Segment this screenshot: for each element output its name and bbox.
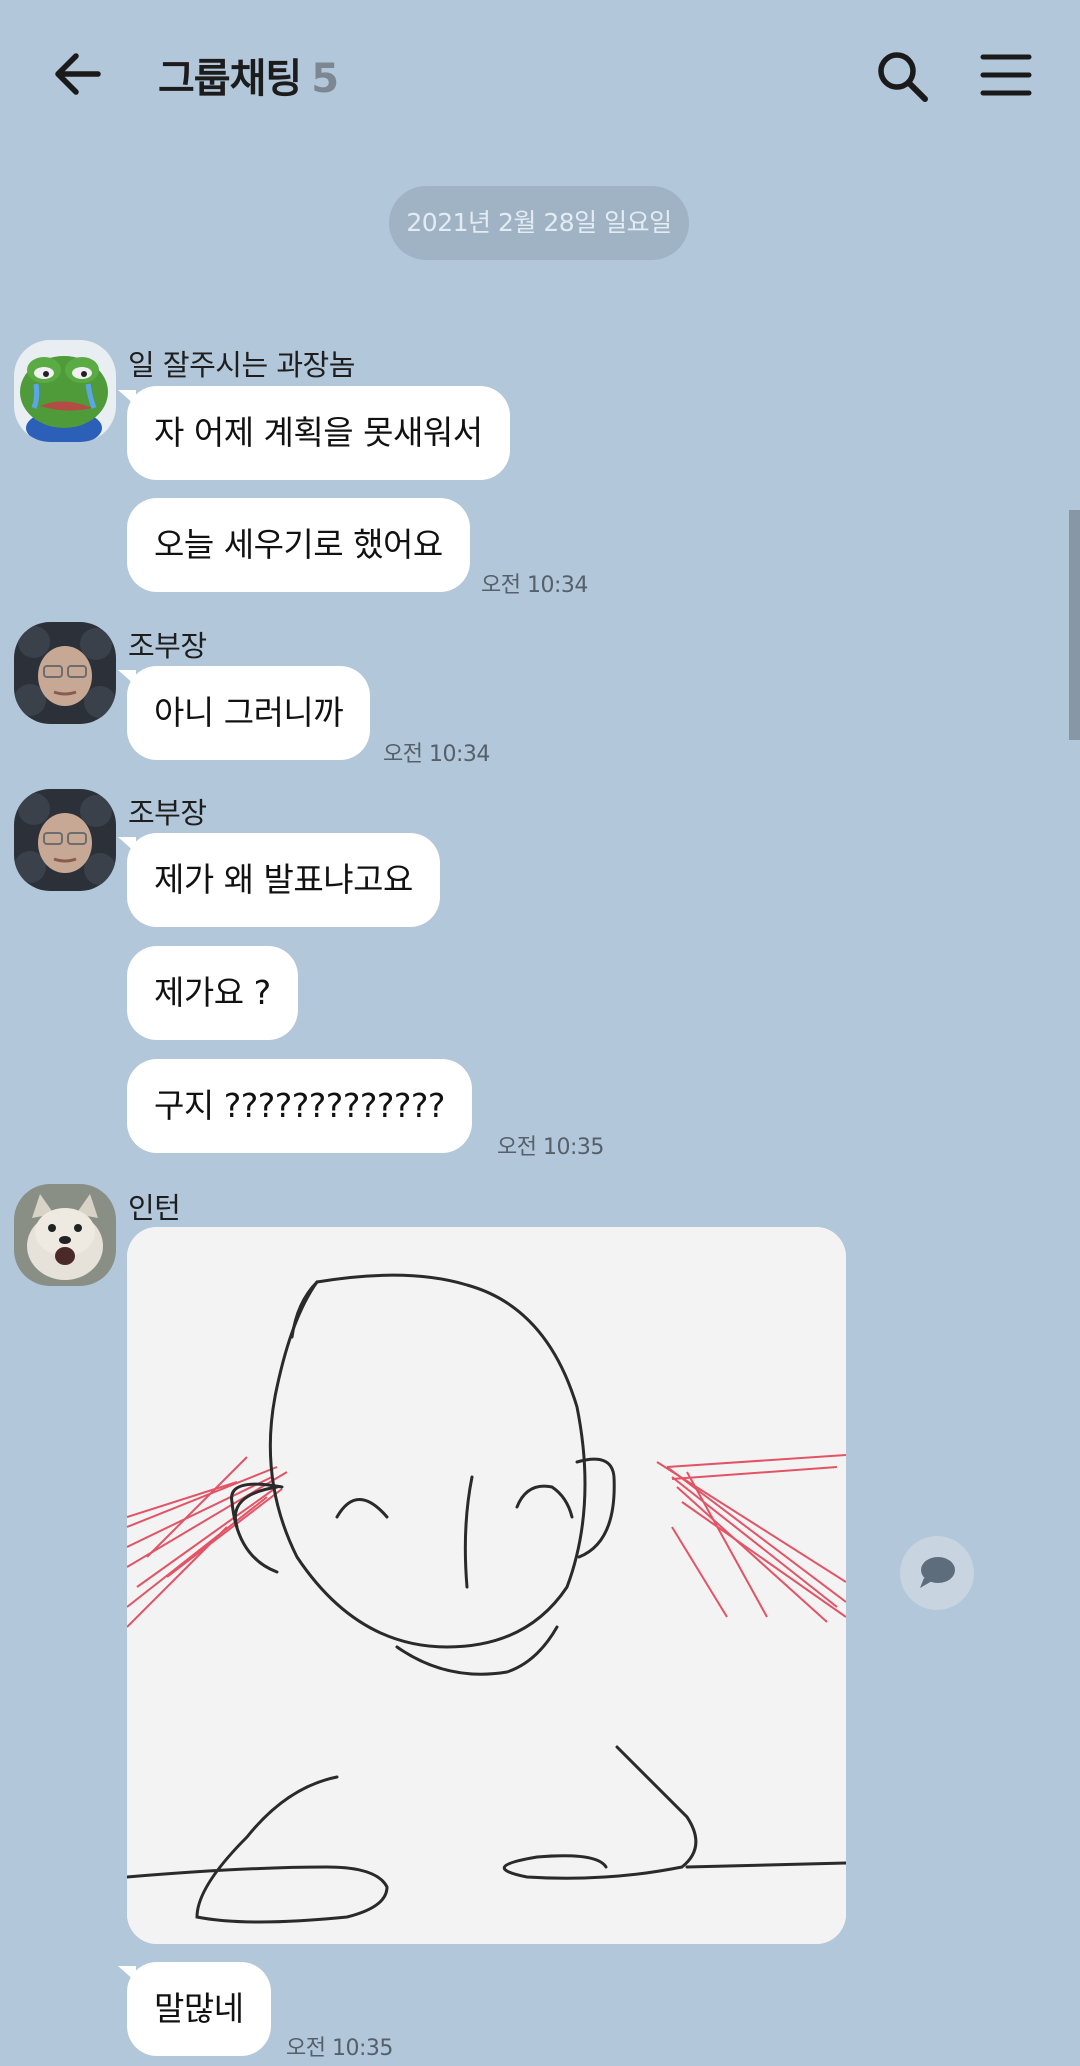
sender-name: 조부장	[128, 629, 207, 663]
person-avatar[interactable]	[14, 622, 116, 724]
dog-avatar[interactable]	[14, 1184, 116, 1286]
message-bubble[interactable]: 말많네	[118, 1962, 271, 2056]
scrollbar[interactable]	[1069, 510, 1080, 740]
message-bubble[interactable]: 자 어제 계획을 못새워서	[118, 386, 510, 480]
chat-header: 그룹채팅 5	[0, 0, 1080, 148]
message-bubble[interactable]: 제가요 ?	[127, 946, 298, 1040]
message-bubble[interactable]: 제가 왜 발표냐고요	[118, 833, 440, 927]
member-count: 5	[311, 56, 339, 102]
person-avatar[interactable]	[14, 789, 116, 891]
message-time: 오전 10:34	[481, 573, 588, 598]
menu-icon	[980, 54, 1032, 96]
menu-button[interactable]	[980, 52, 1032, 98]
share-button[interactable]	[900, 1536, 974, 1610]
sender-name: 조부장	[128, 796, 207, 830]
message-time: 오전 10:35	[497, 1135, 604, 1160]
sender-name: 일 잘주시는 과장놈	[128, 348, 355, 382]
frog-avatar[interactable]	[14, 340, 116, 442]
chat-title-text: 그룹채팅	[158, 56, 302, 102]
message-bubble[interactable]: 구지 ?????????????	[127, 1059, 472, 1153]
chat-title: 그룹채팅 5	[158, 46, 339, 104]
face-drawing-image	[127, 1227, 846, 1944]
message-time: 오전 10:35	[286, 2036, 393, 2061]
sender-name: 인턴	[128, 1191, 181, 1225]
message-bubble[interactable]: 아니 그러니까	[117, 666, 371, 760]
search-icon	[878, 52, 928, 102]
date-divider: 2021년 2월 28일 일요일	[389, 186, 689, 260]
message-time: 오전 10:34	[383, 742, 490, 767]
shared-image[interactable]	[127, 1227, 846, 1944]
back-arrow-icon	[55, 53, 101, 95]
message-bubble[interactable]: 오늘 세우기로 했어요	[127, 498, 470, 592]
back-button[interactable]	[48, 46, 108, 102]
search-button[interactable]	[874, 48, 930, 104]
speech-bubble-icon	[920, 1557, 955, 1588]
